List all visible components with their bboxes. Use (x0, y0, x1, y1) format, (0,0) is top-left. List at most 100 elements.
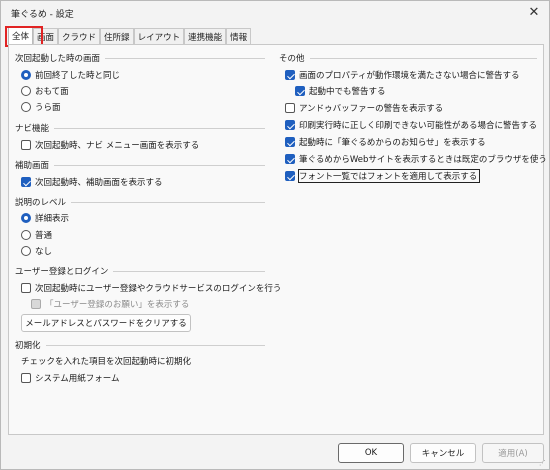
radio-help-detailed[interactable]: 詳細表示 (21, 212, 69, 224)
checkbox-icon (21, 140, 31, 150)
checkbox-icon (285, 70, 295, 80)
checkbox-icon (285, 154, 295, 164)
divider (105, 57, 265, 59)
checkbox-print-warning[interactable]: 印刷実行時に正しく印刷できない可能性がある場合に警告する (285, 119, 537, 131)
checkbox-navi-menu[interactable]: 次回起動時、ナビ メニュー画面を表示する (21, 139, 199, 151)
radio-icon (21, 102, 31, 112)
option-label: 次回起動時、補助画面を表示する (35, 178, 163, 188)
window-title: 筆ぐるめ - 設定 (11, 10, 74, 20)
divider (45, 344, 265, 346)
tab-label: 全体 (12, 32, 30, 42)
option-label: 起動時に「筆ぐるめからのお知らせ」を表示する (299, 138, 486, 148)
divider (113, 270, 265, 272)
radio-help-none[interactable]: なし (21, 245, 52, 257)
checkbox-startup-news[interactable]: 起動時に「筆ぐるめからのお知らせ」を表示する (285, 136, 486, 148)
option-label: システム用紙フォーム (35, 374, 120, 384)
checkbox-icon (31, 299, 41, 309)
checkbox-icon (21, 177, 31, 187)
radio-icon (21, 230, 31, 240)
ok-button[interactable]: OK (338, 443, 404, 463)
option-label: 筆ぐるめからWebサイトを表示するときは既定のブラウザを使う (299, 155, 547, 165)
apply-button[interactable]: 適用(A) (482, 443, 544, 463)
clear-credentials-button[interactable]: メールアドレスとパスワードをクリアする (21, 314, 191, 332)
option-label: フォント一覧ではフォントを適用して表示する (297, 169, 481, 183)
option-label: うら面 (35, 103, 61, 113)
heading-text: 初期化 (15, 341, 41, 351)
heading-text: その他 (279, 54, 305, 64)
checkbox-icon (285, 103, 295, 113)
radio-help-normal[interactable]: 普通 (21, 229, 52, 241)
heading-text: ナビ機能 (15, 124, 50, 134)
checkbox-assist-screen[interactable]: 次回起動時、補助画面を表示する (21, 176, 163, 188)
section-heading-initialize: 初期化 (15, 339, 265, 351)
option-label: アンドゥバッファーの警告を表示する (299, 104, 444, 114)
tab-label: クラウド (62, 32, 97, 43)
tab-label: 連携機能 (188, 32, 223, 43)
settings-window: 筆ぐるめ - 設定 ✕ 全体 画面 クラウド 住所録 レイアウト 連携機能 情報… (0, 0, 550, 470)
radio-startup-last[interactable]: 前回終了した時と同じ (21, 69, 120, 81)
radio-icon (21, 86, 31, 96)
tab-cloud[interactable]: クラウド (58, 28, 101, 44)
tab-label: 情報 (230, 32, 248, 43)
option-label: 普通 (35, 231, 53, 241)
option-label: なし (35, 247, 53, 257)
checkbox-icon (285, 137, 295, 147)
option-label: おもて面 (35, 87, 69, 97)
divider (309, 57, 537, 59)
radio-startup-front[interactable]: おもて面 (21, 85, 69, 97)
divider (54, 164, 265, 166)
tab-screen[interactable]: 画面 (33, 28, 59, 44)
cancel-button[interactable]: キャンセル (410, 443, 476, 463)
tab-strip: 全体 画面 クラウド 住所録 レイアウト 連携機能 情報 (8, 27, 252, 44)
checkbox-show-registration-request[interactable]: 「ユーザー登録のお願い」を表示する (31, 298, 189, 310)
checkbox-icon (285, 120, 295, 130)
checkbox-display-property-warning[interactable]: 画面のプロパティが動作環境を満たさない場合に警告する (285, 69, 520, 81)
divider (71, 201, 265, 203)
checkbox-icon (285, 171, 295, 181)
radio-icon (21, 246, 31, 256)
option-label: 次回起動時、ナビ メニュー画面を表示する (35, 141, 200, 151)
tab-label: 画面 (37, 32, 55, 43)
general-tab-panel: 次回起動した時の画面 前回終了した時と同じ おもて面 うら面 ナビ機能 次回起動… (8, 44, 547, 435)
heading-text: 補助画面 (15, 161, 50, 171)
option-label: 次回起動時にユーザー登録やクラウドサービスのログインを行う (35, 284, 282, 294)
heading-text: 次回起動した時の画面 (15, 54, 101, 64)
tab-address-book[interactable]: 住所録 (100, 28, 134, 44)
radio-icon (21, 70, 31, 80)
radio-startup-back[interactable]: うら面 (21, 101, 61, 113)
checkbox-default-browser[interactable]: 筆ぐるめからWebサイトを表示するときは既定のブラウザを使う (285, 153, 547, 165)
heading-text: ユーザー登録とログイン (15, 267, 109, 277)
resize-grip-icon[interactable]: ⋰ (539, 459, 547, 467)
section-heading-help-level: 説明のレベル (15, 196, 265, 208)
checkbox-warn-during-startup[interactable]: 起動中でも警告する (295, 85, 386, 97)
option-label: 画面のプロパティが動作環境を満たさない場合に警告する (299, 71, 520, 81)
tab-integration[interactable]: 連携機能 (184, 28, 227, 44)
section-heading-assist: 補助画面 (15, 159, 265, 171)
checkbox-user-registration-login[interactable]: 次回起動時にユーザー登録やクラウドサービスのログインを行う (21, 282, 281, 294)
checkbox-system-paper-form[interactable]: システム用紙フォーム (21, 372, 120, 384)
title-bar: 筆ぐるめ - 設定 ✕ (1, 1, 549, 23)
tab-label: 住所録 (104, 32, 130, 43)
section-heading-user-registration: ユーザー登録とログイン (15, 265, 265, 277)
radio-icon (21, 213, 31, 223)
checkbox-font-preview[interactable]: フォント一覧ではフォントを適用して表示する (285, 169, 481, 183)
close-icon[interactable]: ✕ (519, 1, 549, 23)
initialize-description: チェックを入れた項目を次回起動時に初期化 (21, 357, 192, 367)
option-label: 前回終了した時と同じ (35, 71, 121, 81)
divider (54, 127, 265, 129)
option-label: 起動中でも警告する (309, 87, 386, 97)
option-label: 「ユーザー登録のお願い」を表示する (45, 300, 190, 310)
checkbox-icon (21, 283, 31, 293)
checkbox-icon (295, 86, 305, 96)
tab-info[interactable]: 情報 (226, 28, 252, 44)
tab-layout[interactable]: レイアウト (133, 28, 185, 44)
tab-label: レイアウト (137, 32, 181, 43)
heading-text: 説明のレベル (15, 198, 67, 208)
section-heading-other: その他 (279, 52, 537, 64)
section-heading-navi: ナビ機能 (15, 122, 265, 134)
checkbox-icon (21, 373, 31, 383)
option-label: 詳細表示 (35, 214, 70, 224)
tab-general[interactable]: 全体 (8, 27, 34, 44)
section-heading-startup: 次回起動した時の画面 (15, 52, 265, 64)
checkbox-undo-buffer-warning[interactable]: アンドゥバッファーの警告を表示する (285, 102, 443, 114)
